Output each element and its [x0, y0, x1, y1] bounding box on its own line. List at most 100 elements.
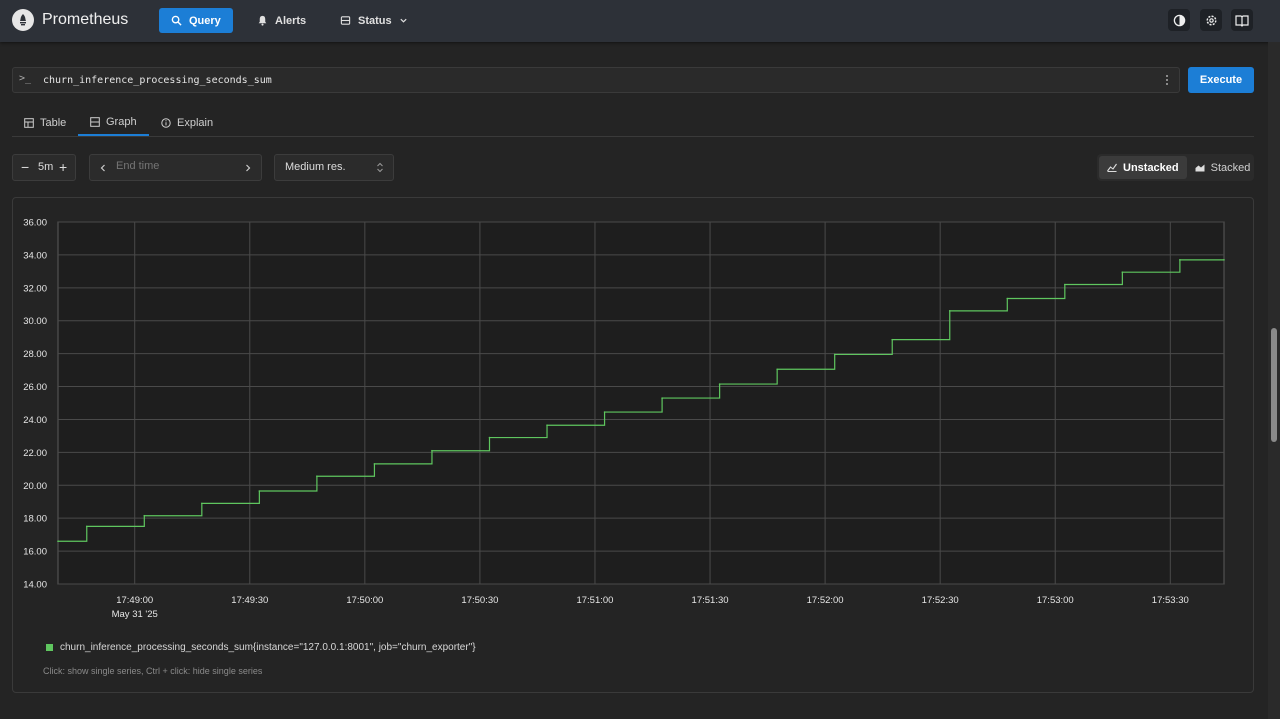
tab-table-label: Table	[40, 117, 67, 129]
series-point	[1223, 259, 1225, 261]
tab-graph[interactable]: Graph	[78, 110, 149, 136]
y-tick-label: 26.00	[23, 382, 47, 393]
tab-explain-label: Explain	[177, 117, 214, 129]
page-scrollbar-thumb[interactable]	[1271, 328, 1277, 442]
book-icon	[1235, 14, 1249, 27]
x-tick-label: 17:53:00	[1037, 595, 1074, 606]
x-tick-label: 17:50:00	[346, 595, 383, 606]
series-point	[948, 310, 951, 312]
y-tick-label: 16.00	[23, 547, 47, 558]
info-icon	[161, 118, 171, 128]
series-point	[891, 338, 894, 341]
stacked-label: Stacked	[1210, 161, 1251, 174]
increase-range-button[interactable]: +	[59, 159, 67, 175]
series-point	[603, 411, 606, 413]
tab-graph-label: Graph	[106, 116, 137, 128]
nav-query-button[interactable]: Query	[159, 8, 233, 33]
stack-mode-toggle: Unstacked Stacked	[1097, 154, 1254, 181]
query-expression-box: >_	[12, 67, 1180, 93]
legend-item[interactable]: churn_inference_processing_seconds_sum{i…	[46, 642, 476, 653]
more-options-icon[interactable]	[1165, 74, 1169, 86]
graph-panel: 14.00 16.00 18.00 20.00 22.00 24.00 26.00 28.00…	[12, 197, 1254, 693]
unstacked-label: Unstacked	[1123, 161, 1179, 174]
prompt-icon: >_	[19, 73, 32, 84]
brand[interactable]: Prometheus	[12, 9, 128, 31]
nav-alerts-label: Alerts	[275, 14, 307, 27]
series-point	[776, 368, 778, 371]
legend-series-label: churn_inference_processing_seconds_sum{i…	[60, 642, 476, 653]
y-tick-label: 34.00	[23, 250, 47, 261]
y-tick-label: 28.00	[23, 349, 47, 360]
y-tick-label: 32.00	[23, 283, 47, 294]
x-tick-label: 17:52:00	[807, 595, 844, 606]
execute-button[interactable]: Execute	[1188, 67, 1254, 93]
series-point	[1064, 283, 1066, 286]
series-point	[1179, 259, 1181, 261]
graph-icon	[90, 117, 100, 127]
x-tick-label: 17:51:00	[576, 595, 613, 606]
series-point	[488, 436, 491, 439]
end-time-control	[89, 154, 262, 181]
query-expression-input[interactable]	[43, 71, 1143, 89]
x-tick-label: 17:53:30	[1152, 595, 1189, 606]
legend-hint: Click: show single series, Ctrl + click:…	[43, 666, 263, 676]
top-navbar: Prometheus Query Alerts Status	[0, 0, 1280, 42]
tab-explain[interactable]: Explain	[149, 110, 225, 136]
nav-query-label: Query	[189, 14, 221, 27]
chevron-left-icon[interactable]	[99, 164, 107, 172]
prometheus-logo-icon	[12, 9, 34, 31]
y-tick-label: 18.00	[23, 514, 47, 525]
range-value[interactable]: 5m	[38, 161, 53, 173]
chevron-down-icon	[400, 18, 407, 23]
series-point	[1006, 297, 1009, 300]
y-tick-label: 22.00	[23, 448, 47, 459]
settings-button[interactable]	[1200, 9, 1222, 31]
chevron-right-icon[interactable]	[244, 164, 252, 172]
nav-status-menu[interactable]: Status	[328, 8, 420, 33]
stacked-option[interactable]: Stacked	[1187, 156, 1259, 179]
series-point	[57, 540, 59, 543]
end-time-input[interactable]	[116, 160, 236, 172]
resolution-select[interactable]: Medium res.	[274, 154, 394, 181]
decrease-range-button[interactable]: −	[21, 159, 29, 175]
gear-icon	[1205, 14, 1217, 26]
y-tick-label: 20.00	[23, 481, 47, 492]
documentation-button[interactable]	[1231, 9, 1253, 31]
y-tick-label: 14.00	[23, 580, 47, 591]
range-control: − 5m +	[12, 154, 76, 181]
x-tick-label: 17:49:00	[116, 595, 153, 606]
time-series-chart[interactable]: 14.00 16.00 18.00 20.00 22.00 24.00 26.00 28.00…	[13, 198, 1253, 628]
tab-table[interactable]: Table	[12, 110, 78, 136]
y-tick-label: 36.00	[23, 218, 47, 229]
series-point	[546, 424, 548, 427]
series-point	[201, 502, 203, 505]
series-point	[143, 514, 146, 517]
select-arrows-icon	[377, 162, 383, 173]
series-point	[316, 475, 318, 478]
x-tick-label: 17:49:30	[231, 595, 268, 606]
series-point	[373, 463, 376, 465]
series-point	[661, 397, 663, 399]
nav-alerts-button[interactable]: Alerts	[245, 8, 318, 33]
series-point	[85, 525, 88, 528]
theme-toggle-button[interactable]	[1168, 9, 1190, 31]
server-icon	[340, 16, 351, 25]
series-point	[258, 490, 261, 492]
resolution-value: Medium res.	[285, 161, 346, 173]
x-tick-label: 17:52:30	[922, 595, 959, 606]
y-tick-label: 24.00	[23, 415, 47, 426]
nav-status-label: Status	[358, 14, 392, 27]
table-icon	[24, 118, 34, 128]
line-chart-icon	[1107, 163, 1117, 172]
x-tick-label: 17:51:30	[692, 595, 729, 606]
series-point	[431, 449, 433, 452]
x-date-label: May 31 '25	[112, 609, 158, 620]
search-icon	[171, 15, 182, 26]
app-name: Prometheus	[42, 11, 129, 28]
area-chart-icon	[1195, 164, 1205, 172]
unstacked-option[interactable]: Unstacked	[1099, 156, 1187, 179]
contrast-icon	[1173, 14, 1185, 26]
series-point	[1121, 271, 1124, 273]
result-tabs: Table Graph Explain	[12, 110, 1254, 137]
bell-icon	[258, 15, 267, 26]
